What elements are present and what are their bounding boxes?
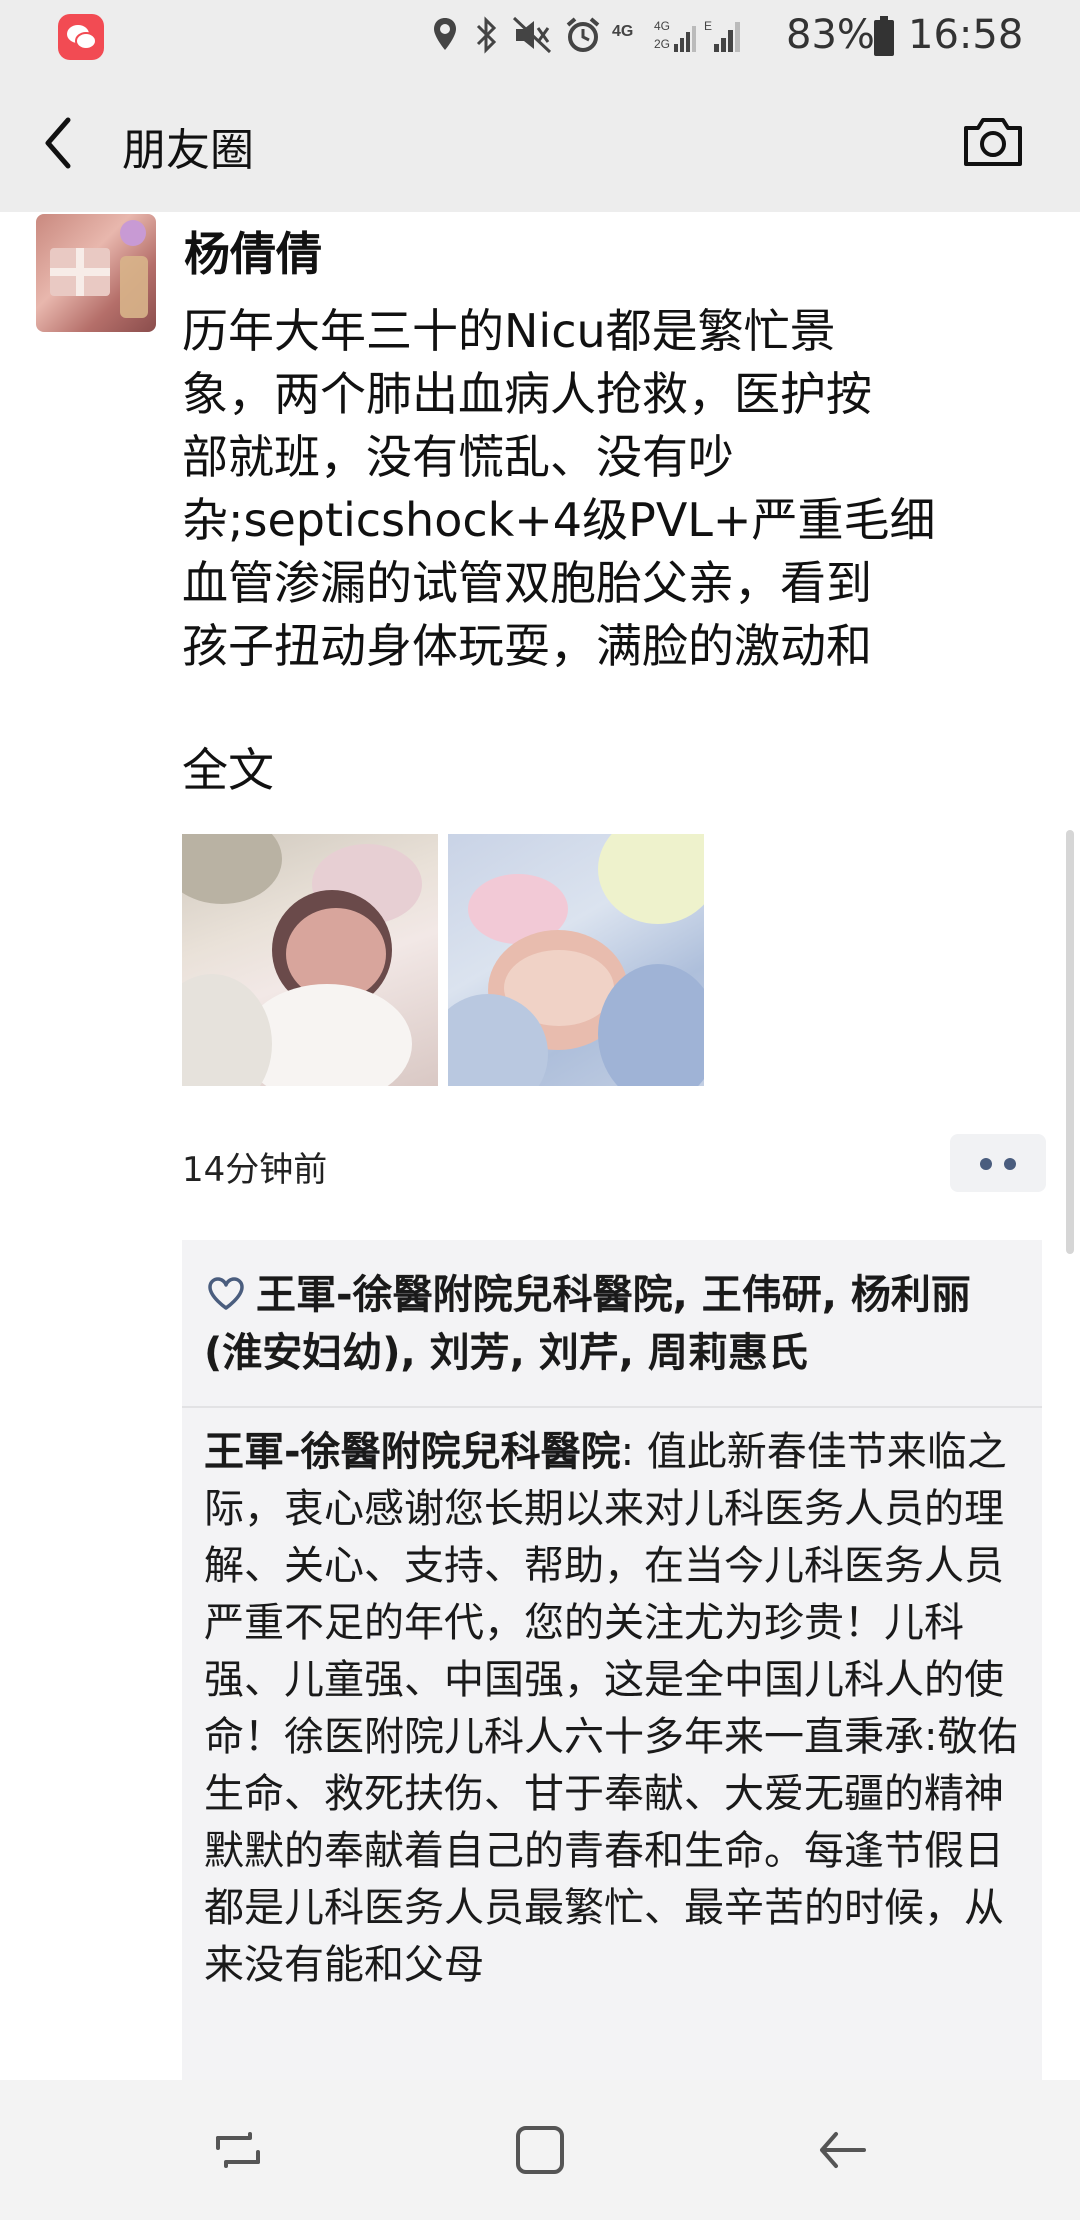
comment-author[interactable]: 王軍-徐醫附院兒科醫院 [204, 1429, 621, 1475]
svg-text:4G: 4G [612, 23, 633, 40]
battery-icon [874, 16, 894, 56]
mute-icon [512, 16, 552, 54]
nav-bar [0, 2080, 1080, 2220]
battery-percent: 83% [786, 12, 875, 58]
title-bar: 朋友圈 [0, 72, 1080, 212]
page-title: 朋友圈 [122, 125, 254, 176]
comment-text: 值此新春佳节来临之际，衷心感谢您长期以来对儿科医务人员的理解、关心、支持、帮助，… [204, 1429, 1018, 1988]
camera-button[interactable] [960, 112, 1026, 172]
post-photo-2[interactable] [448, 834, 704, 1086]
more-actions-button[interactable] [950, 1134, 1046, 1192]
svg-text:E: E [704, 19, 712, 33]
post-author-name[interactable]: 杨倩倩 [184, 218, 322, 284]
comment[interactable]: 王軍-徐醫附院兒科醫院: 值此新春佳节来临之际，衷心感谢您长期以来对儿科医务人员… [204, 1424, 1024, 1994]
post-text: 历年大年三十的Nicu都是繁忙景 象，两个肺出血病人抢救，医护按 部就班，没有慌… [182, 304, 936, 673]
post-photo-1[interactable] [182, 834, 438, 1086]
alarm-icon [566, 17, 600, 52]
back-button[interactable] [30, 108, 90, 178]
camera-icon [964, 118, 1022, 166]
back-nav-icon[interactable] [814, 2122, 870, 2178]
status-bar: 4G 4G 2G E 83% 16:58 [0, 0, 1080, 72]
signal-icon: 4G 4G 2G E [612, 19, 740, 52]
more-dots-icon [980, 1158, 992, 1170]
screen: 4G 4G 2G E 83% 16:58 朋友圈 杨倩倩 历年大年三十的Nicu… [0, 0, 1080, 2220]
home-icon[interactable] [512, 2122, 568, 2178]
recent-apps-icon[interactable] [210, 2122, 266, 2178]
chevron-left-icon [45, 117, 71, 169]
status-time: 16:58 [908, 12, 1024, 58]
bluetooth-icon [476, 16, 497, 54]
svg-text:2G: 2G [654, 37, 670, 51]
post-timestamp: 14分钟前 [182, 1150, 328, 1190]
expand-full-text-link[interactable]: 全文 [182, 734, 274, 800]
svg-text:4G: 4G [654, 19, 670, 33]
avatar[interactable] [36, 214, 156, 332]
likes-list[interactable]: 王軍-徐醫附院兒科醫院, 王伟研, 杨利丽(淮安妇幼), 刘芳, 刘芹, 周莉惠… [204, 1266, 1024, 1382]
comment-separator: : [620, 1429, 647, 1475]
location-icon [434, 18, 456, 50]
interaction-box: 王軍-徐醫附院兒科醫院, 王伟研, 杨利丽(淮安妇幼), 刘芳, 刘芹, 周莉惠… [182, 1240, 1042, 2080]
notification-app-icon [58, 14, 104, 60]
scroll-indicator[interactable] [1066, 830, 1074, 1254]
likes-row: 王軍-徐醫附院兒科醫院, 王伟研, 杨利丽(淮安妇幼), 刘芳, 刘芹, 周莉惠… [182, 1240, 1042, 1408]
